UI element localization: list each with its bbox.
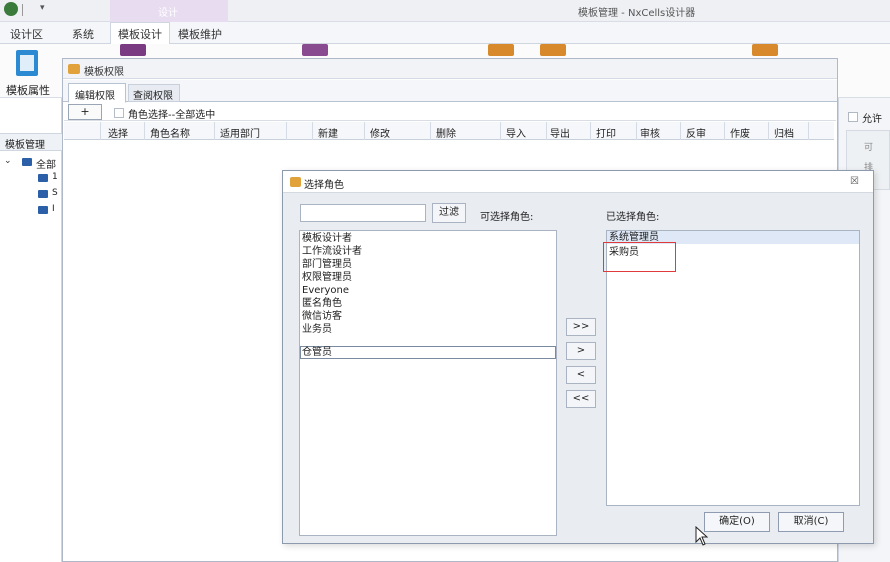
grid-column-divider bbox=[590, 122, 591, 140]
dialog-title: 选择角色 bbox=[304, 180, 344, 191]
column-header-create[interactable]: 新建 bbox=[318, 125, 338, 140]
column-header-role-name[interactable]: 角色名称 bbox=[150, 125, 190, 140]
filter-button[interactable]: 过滤 bbox=[432, 203, 466, 223]
tree-child-label[interactable]: I bbox=[52, 204, 55, 214]
app-icon[interactable] bbox=[4, 2, 18, 16]
ribbon-icon-stub[interactable] bbox=[302, 44, 328, 56]
dialog-titlebar bbox=[283, 171, 873, 193]
grid-column-divider bbox=[680, 122, 681, 140]
grid-column-divider bbox=[364, 122, 365, 140]
ribbon-icon-stub[interactable] bbox=[120, 44, 146, 56]
grid-column-divider bbox=[500, 122, 501, 140]
filter-input[interactable] bbox=[300, 204, 426, 222]
template-property-button-label[interactable]: 模板属性 bbox=[6, 82, 50, 98]
mouse-cursor-icon bbox=[695, 526, 709, 546]
ok-button[interactable]: 确定(O) bbox=[704, 512, 770, 532]
list-item[interactable]: Everyone bbox=[302, 285, 349, 297]
permission-window-title: 模板权限 bbox=[84, 67, 124, 78]
nav-header-label: 模板管理 bbox=[5, 140, 45, 151]
dialog-icon bbox=[290, 177, 301, 187]
tree-child-label[interactable]: 1 bbox=[52, 172, 58, 182]
quick-access-separator bbox=[22, 4, 23, 16]
permission-window-titlebar bbox=[63, 59, 837, 79]
move-all-left-button[interactable]: << bbox=[566, 390, 596, 408]
grid-column-divider bbox=[144, 122, 145, 140]
folder-icon bbox=[38, 206, 48, 214]
select-all-checkbox[interactable] bbox=[114, 108, 124, 118]
column-header-export[interactable]: 导出 bbox=[550, 125, 570, 140]
column-header-void[interactable]: 作废 bbox=[730, 125, 750, 140]
ribbon-tab-template-maintain[interactable]: 模板维护 bbox=[178, 26, 222, 42]
list-item[interactable]: 匿名角色 bbox=[302, 298, 342, 310]
column-header-archive[interactable]: 归档 bbox=[774, 125, 794, 140]
cancel-button[interactable]: 取消(C) bbox=[778, 512, 844, 532]
grid-column-divider bbox=[430, 122, 431, 140]
list-item-highlight bbox=[300, 346, 556, 359]
column-header-import[interactable]: 导入 bbox=[506, 125, 526, 140]
grid-column-divider bbox=[808, 122, 809, 140]
grid-column-divider bbox=[312, 122, 313, 140]
tree-root-label[interactable]: 全部 bbox=[36, 156, 56, 171]
allow-label: 允许 bbox=[862, 114, 882, 125]
window-title: 模板管理 - NxCells设计器 bbox=[578, 8, 696, 19]
ribbon-icon-stub[interactable] bbox=[752, 44, 778, 56]
folder-icon bbox=[38, 190, 48, 198]
close-icon[interactable]: ☒ bbox=[850, 176, 859, 187]
template-property-icon[interactable] bbox=[16, 50, 38, 76]
list-item[interactable]: 模板设计者 bbox=[302, 233, 352, 245]
grid-column-divider bbox=[286, 122, 287, 140]
list-item[interactable]: 权限管理员 bbox=[302, 272, 352, 284]
move-all-right-button[interactable]: >> bbox=[566, 318, 596, 336]
column-header-department[interactable]: 适用部门 bbox=[220, 125, 260, 140]
folder-icon bbox=[22, 158, 32, 166]
ribbon-tab-system[interactable]: 系统 bbox=[72, 26, 94, 42]
window-icon bbox=[68, 64, 80, 74]
column-header-select[interactable]: 选择 bbox=[108, 125, 128, 140]
ribbon-tab-template-design[interactable]: 模板设计 bbox=[118, 26, 162, 42]
list-item[interactable]: 业务员 bbox=[302, 324, 332, 336]
tab-query-permission-label[interactable]: 查阅权限 bbox=[133, 87, 173, 102]
column-header-unaudit[interactable]: 反审 bbox=[686, 125, 706, 140]
grid-column-divider bbox=[214, 122, 215, 140]
column-header-print[interactable]: 打印 bbox=[596, 125, 616, 140]
folder-icon bbox=[38, 174, 48, 182]
list-item[interactable]: 微信访客 bbox=[302, 311, 342, 323]
list-item[interactable]: 工作流设计者 bbox=[302, 246, 362, 258]
quick-access-dropdown-icon[interactable]: ▾ bbox=[40, 3, 45, 13]
column-header-delete[interactable]: 删除 bbox=[436, 125, 456, 140]
list-item-selected[interactable]: 仓管员 bbox=[302, 347, 332, 359]
annotation-highlight-box bbox=[603, 242, 676, 272]
select-all-label: 角色选择--全部选中 bbox=[128, 110, 216, 121]
move-right-button[interactable]: > bbox=[566, 342, 596, 360]
tab-edit-permission-label[interactable]: 编辑权限 bbox=[75, 87, 115, 102]
column-header-audit[interactable]: 审核 bbox=[640, 125, 660, 140]
grid-column-divider bbox=[636, 122, 637, 140]
selected-roles-label: 已选择角色: bbox=[606, 212, 660, 223]
column-header-modify[interactable]: 修改 bbox=[370, 125, 390, 140]
ribbon-icon-stub[interactable] bbox=[540, 44, 566, 56]
add-role-button[interactable]: + bbox=[68, 104, 102, 120]
available-roles-label: 可选择角色: bbox=[480, 212, 534, 223]
grid-column-divider bbox=[768, 122, 769, 140]
list-item[interactable]: 部门管理员 bbox=[302, 259, 352, 271]
move-left-button[interactable]: < bbox=[566, 366, 596, 384]
grid-column-divider bbox=[546, 122, 547, 140]
grid-column-divider bbox=[100, 122, 101, 140]
context-tab-label: 设计 bbox=[158, 8, 178, 19]
ribbon-icon-stub[interactable] bbox=[488, 44, 514, 56]
allow-checkbox[interactable] bbox=[848, 112, 858, 122]
ribbon-tab-design-area[interactable]: 设计区 bbox=[10, 26, 43, 42]
partial-option-label: 可 bbox=[864, 143, 874, 153]
tree-child-label[interactable]: S bbox=[52, 188, 58, 198]
grid-column-divider bbox=[724, 122, 725, 140]
chevron-down-icon[interactable]: ⌄ bbox=[4, 156, 12, 166]
